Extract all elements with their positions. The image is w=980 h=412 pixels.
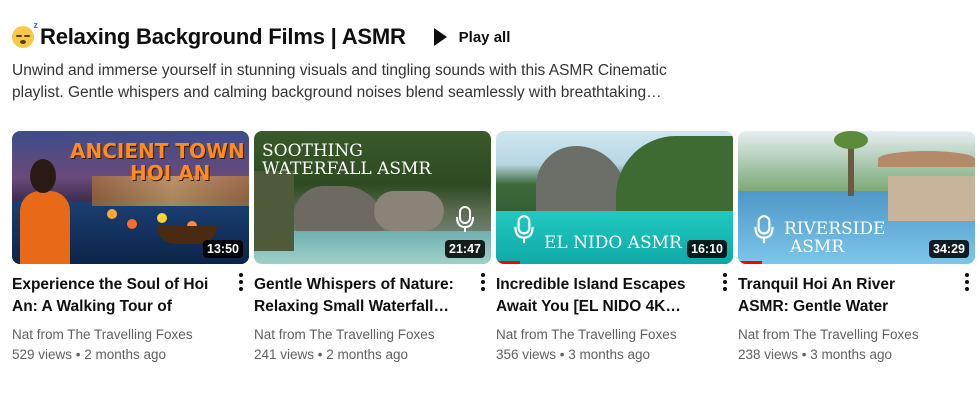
play-icon: [433, 28, 447, 46]
video-stats: 356 views • 3 months ago: [496, 347, 651, 362]
microphone-icon: [754, 215, 774, 244]
play-all-label: Play all: [458, 28, 511, 46]
video-title[interactable]: Tranquil Hoi An River ASMR: Gentle Water…: [738, 274, 948, 318]
description-line: Unwind and immerse yourself in stunning …: [12, 62, 667, 79]
microphone-icon: [514, 215, 534, 244]
video-thumbnail[interactable]: ANCIENT TOWN HOI AN 13:50: [12, 131, 249, 264]
video-stats: 238 views • 3 months ago: [738, 347, 893, 362]
more-options-icon[interactable]: [239, 273, 243, 291]
playlist-header: z Relaxing Background Films | ASMR Play …: [12, 20, 511, 50]
sleeping-face-icon: z: [12, 20, 38, 48]
video-card[interactable]: SOOTHING WATERFALL ASMR 21:47 Gentle Whi…: [254, 131, 491, 365]
video-card[interactable]: ANCIENT TOWN HOI AN 13:50 Experience the…: [12, 131, 249, 365]
video-title[interactable]: Gentle Whispers of Nature: Relaxing Smal…: [254, 274, 464, 318]
video-card[interactable]: RIVERSIDE ASMR 34:29 Tranquil Hoi An Riv…: [738, 131, 975, 365]
microphone-icon: [456, 206, 474, 232]
duration-badge: 13:50: [203, 240, 243, 258]
thumbnail-text: ANCIENT TOWN: [70, 139, 245, 163]
playlist-title[interactable]: Relaxing Background Films | ASMR: [40, 24, 406, 50]
thumbnail-text: SOOTHING: [262, 141, 363, 161]
video-title[interactable]: Incredible Island Escapes Await You [EL …: [496, 274, 706, 318]
video-stats: 241 views • 2 months ago: [254, 347, 409, 362]
channel-name[interactable]: Nat from The Travelling Foxes: [254, 325, 491, 345]
video-thumbnail[interactable]: RIVERSIDE ASMR 34:29: [738, 131, 975, 264]
more-options-icon[interactable]: [965, 273, 969, 291]
playlist-shelf: z Relaxing Background Films | ASMR Play …: [0, 0, 980, 412]
thumbnail-text: EL NIDO ASMR: [544, 233, 682, 253]
channel-name[interactable]: Nat from The Travelling Foxes: [12, 325, 249, 345]
thumbnail-text: RIVERSIDE: [784, 219, 886, 239]
video-stats: 529 views • 2 months ago: [12, 347, 167, 362]
thumbnail-text: HOI AN: [130, 161, 211, 185]
watch-progress-bar: [738, 261, 762, 264]
thumbnail-text: ASMR: [790, 237, 845, 257]
thumbnail-text: WATERFALL ASMR: [262, 159, 432, 179]
duration-badge: 16:10: [687, 240, 727, 258]
watch-progress-bar: [496, 261, 520, 264]
description-line: playlist. Gentle whispers and calming ba…: [12, 84, 662, 101]
video-thumbnail[interactable]: SOOTHING WATERFALL ASMR 21:47: [254, 131, 491, 264]
playlist-description[interactable]: Unwind and immerse yourself in stunning …: [12, 60, 702, 104]
duration-badge: 21:47: [445, 240, 485, 258]
duration-badge: 34:29: [929, 240, 969, 258]
video-card[interactable]: EL NIDO ASMR 16:10 Incredible Island Esc…: [496, 131, 733, 365]
video-thumbnail[interactable]: EL NIDO ASMR 16:10: [496, 131, 733, 264]
channel-name[interactable]: Nat from The Travelling Foxes: [738, 325, 975, 345]
channel-name[interactable]: Nat from The Travelling Foxes: [496, 325, 733, 345]
play-all-button[interactable]: Play all: [433, 28, 511, 46]
video-title[interactable]: Experience the Soul of Hoi An: A Walking…: [12, 274, 222, 318]
more-options-icon[interactable]: [481, 273, 485, 291]
video-list: ANCIENT TOWN HOI AN 13:50 Experience the…: [12, 131, 975, 365]
more-options-icon[interactable]: [723, 273, 727, 291]
